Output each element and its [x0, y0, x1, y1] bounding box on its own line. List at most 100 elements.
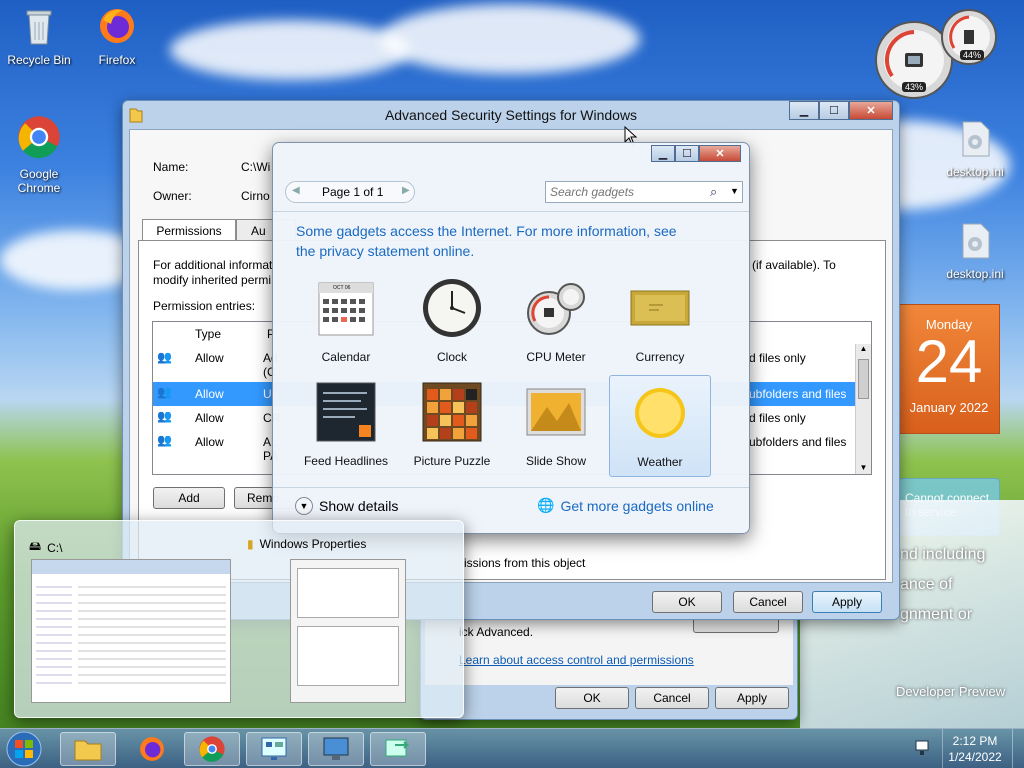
taskbar-chrome[interactable]: [184, 732, 240, 766]
thumbnail-nav-pane: [36, 580, 72, 690]
gadget-tile-currency[interactable]: Currency: [609, 277, 711, 373]
page-label: Page 1 of 1: [322, 185, 384, 199]
gadget-tile-clock[interactable]: Clock: [401, 277, 503, 373]
scroll-up-icon[interactable]: ▲: [856, 344, 871, 353]
cpu-percent: 43%: [902, 82, 927, 92]
settings-file-icon: [962, 223, 990, 259]
cancel-button[interactable]: Cancel: [733, 591, 803, 613]
close-icon: ✕: [715, 148, 725, 160]
taskbar-thumbnail-preview[interactable]: 🖴 C:\ ▮ Windows Properties: [14, 520, 464, 718]
chrome-icon: [18, 116, 60, 159]
calendar-month-label: OCT 06: [333, 285, 351, 291]
desktop-icon-label: Recycle Bin: [7, 53, 71, 67]
properties-apply-button[interactable]: Apply: [715, 687, 789, 709]
network-icon[interactable]: [914, 739, 930, 760]
scroll-thumb[interactable]: [858, 359, 869, 399]
explorer-folder-icon: [74, 740, 102, 761]
desktop-icon-desktop-ini[interactable]: desktop.ini: [938, 118, 1012, 179]
search-input[interactable]: [550, 184, 700, 200]
desktop-icon-recycle-bin[interactable]: Recycle Bin: [2, 6, 76, 67]
desktop-icon-label: Google Chrome: [17, 167, 61, 195]
explorer-thumbnail[interactable]: [31, 559, 231, 703]
thumbnail-title-explorer[interactable]: 🖴 C:\: [29, 537, 62, 558]
calendar-gadget[interactable]: Monday 24 January 2022: [898, 304, 1000, 434]
divider: [273, 487, 749, 488]
scrollbar[interactable]: ▲ ▼: [855, 344, 871, 474]
clock-icon: [423, 279, 481, 337]
learn-access-control-link[interactable]: Learn about access control and permissio…: [459, 653, 694, 667]
add-button[interactable]: Add: [153, 487, 225, 509]
chrome-icon: [199, 736, 225, 762]
weather-icon: [635, 388, 685, 438]
advanced-hint: ick Advanced.: [459, 625, 534, 639]
name-label: Name:: [153, 160, 189, 174]
ok-button[interactable]: OK: [652, 591, 722, 613]
search-icon[interactable]: ⌕: [710, 184, 717, 200]
currency-icon: [630, 290, 690, 326]
minimize-button[interactable]: ▁: [789, 101, 819, 120]
gadget-label: CPU Meter: [526, 350, 586, 364]
gadget-tile-calendar[interactable]: OCT 06 Calendar: [295, 277, 397, 373]
taskbar: 2:12 PM 1/24/2022: [0, 728, 1024, 768]
desktop-icon-desktop-ini[interactable]: desktop.ini: [938, 220, 1012, 281]
gallery-minimize-button[interactable]: ▁: [651, 145, 675, 162]
desktop-icon-firefox[interactable]: Firefox: [80, 6, 154, 67]
previous-page-icon[interactable]: ◀: [292, 185, 300, 196]
gadget-tile-slide-show[interactable]: Slide Show: [505, 381, 607, 477]
search-gadgets-box[interactable]: ⌕ ▼: [545, 181, 743, 203]
gallery-maximize-button[interactable]: ☐: [675, 145, 699, 162]
thumbnail-permissions: [297, 626, 399, 686]
taskbar-control-panel[interactable]: [246, 732, 302, 766]
memory-percent: 44%: [960, 50, 985, 60]
owner-label: Owner:: [153, 189, 192, 203]
internet-notice-line2[interactable]: the privacy statement online.: [296, 243, 474, 259]
search-dropdown-icon[interactable]: ▼: [730, 186, 739, 196]
picture-puzzle-icon: [422, 382, 482, 442]
taskbar-remote-desktop[interactable]: [308, 732, 364, 766]
taskbar-transfer[interactable]: [370, 732, 426, 766]
taskbar-firefox[interactable]: [124, 732, 180, 766]
maximize-icon: ☐: [682, 148, 692, 160]
desktop-icon-google-chrome[interactable]: Google Chrome: [2, 114, 76, 195]
properties-thumbnail[interactable]: [290, 559, 406, 703]
get-more-gadgets-link[interactable]: 🌐 Get more gadgets online: [537, 497, 714, 514]
slide-show-icon: [526, 388, 586, 436]
folder-shield-icon: [129, 108, 143, 123]
users-group-icon: 👥: [157, 433, 172, 447]
info-text-1: For additional informat: [153, 258, 273, 272]
drive-icon: 🖴: [29, 539, 42, 553]
properties-ok-button[interactable]: OK: [555, 687, 629, 709]
scroll-down-icon[interactable]: ▼: [856, 463, 871, 472]
show-desktop-button[interactable]: [1012, 729, 1024, 768]
control-panel-icon: [261, 737, 287, 760]
gadget-label: Weather: [637, 455, 683, 469]
clock[interactable]: 2:12 PM 1/24/2022: [946, 733, 1004, 765]
column-type[interactable]: Type: [195, 327, 221, 341]
gadget-tile-feed-headlines[interactable]: Feed Headlines: [295, 381, 397, 477]
title-bar[interactable]: Advanced Security Settings for Windows ▁…: [123, 101, 899, 129]
close-button[interactable]: ✕: [849, 101, 893, 120]
gadget-tile-picture-puzzle[interactable]: Picture Puzzle: [401, 381, 503, 477]
start-button[interactable]: [4, 730, 44, 768]
calendar-day-number: 24: [915, 328, 983, 395]
thumbnail-title-properties[interactable]: ▮ Windows Properties: [247, 537, 366, 551]
taskbar-explorer[interactable]: [60, 732, 116, 766]
gadget-label: Calendar: [321, 350, 371, 364]
gadget-tile-weather[interactable]: Weather: [609, 375, 711, 477]
apply-button[interactable]: Apply: [812, 591, 882, 613]
tab-permissions[interactable]: Permissions: [142, 219, 236, 241]
cloud: [380, 4, 640, 74]
next-page-icon[interactable]: ▶: [402, 185, 410, 196]
desktop-icon-label: Firefox: [98, 53, 136, 67]
globe-icon: 🌐: [537, 497, 555, 513]
gadget-label: Feed Headlines: [303, 454, 389, 468]
minimize-icon: ▁: [799, 105, 809, 117]
maximize-button[interactable]: ☐: [819, 101, 849, 120]
gallery-close-button[interactable]: ✕: [699, 145, 741, 162]
internet-notice-line1[interactable]: Some gadgets access the Internet. For mo…: [296, 223, 677, 239]
gadget-tile-cpu-meter[interactable]: CPU Meter: [505, 277, 607, 373]
cpu-meter-gadget[interactable]: 43% 44%: [874, 8, 1000, 100]
gadget-gallery-window[interactable]: ▁ ☐ ✕ ◀ Page 1 of 1 ▶ ⌕ ▼ Some gadgets a…: [272, 142, 750, 534]
properties-cancel-button[interactable]: Cancel: [635, 687, 709, 709]
show-details-toggle[interactable]: ▼ Show details: [295, 497, 398, 515]
